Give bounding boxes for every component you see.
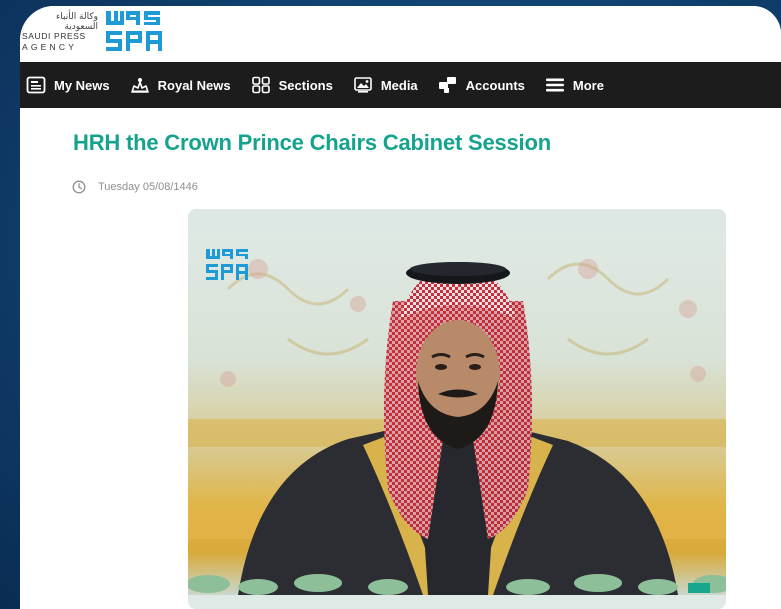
browser-card: وكالة الأنباء السعودية SAUDI PRESS AGENC… bbox=[20, 6, 781, 609]
grid-icon bbox=[251, 76, 271, 94]
main-navigation: My News Royal News Sections Media Accoun… bbox=[20, 62, 781, 108]
portrait-image bbox=[188, 209, 726, 609]
nav-item-royal-news[interactable]: Royal News bbox=[130, 76, 231, 94]
nav-item-accounts[interactable]: Accounts bbox=[438, 76, 525, 94]
nav-item-media[interactable]: Media bbox=[353, 76, 418, 94]
article-photo[interactable] bbox=[188, 209, 726, 609]
spa-logo-icon[interactable] bbox=[104, 9, 166, 55]
spa-watermark-icon bbox=[206, 249, 248, 280]
article-date: Tuesday 05/08/1446 bbox=[98, 181, 198, 193]
news-icon bbox=[26, 76, 46, 94]
article-date-row: Tuesday 05/08/1446 bbox=[72, 180, 198, 194]
article-headline[interactable]: HRH the Crown Prince Chairs Cabinet Sess… bbox=[73, 130, 551, 156]
menu-icon bbox=[545, 76, 565, 94]
nav-label-royal-news: Royal News bbox=[157, 77, 231, 93]
agency-name-line2: AGENCY bbox=[22, 42, 78, 52]
nav-label-my-news: My News bbox=[54, 77, 110, 93]
nav-label-media: Media bbox=[380, 77, 418, 93]
agency-name-line1: SAUDI PRESS bbox=[22, 31, 86, 41]
royal-icon bbox=[130, 76, 150, 94]
site-header: وكالة الأنباء السعودية SAUDI PRESS AGENC… bbox=[20, 6, 781, 60]
agency-wordmark[interactable]: وكالة الأنباء السعودية SAUDI PRESS AGENC… bbox=[22, 12, 100, 56]
nav-item-my-news[interactable]: My News bbox=[26, 76, 110, 94]
nav-label-sections: Sections bbox=[278, 77, 333, 93]
clock-icon bbox=[72, 180, 86, 194]
nav-item-more[interactable]: More bbox=[545, 76, 604, 94]
image-icon bbox=[353, 76, 373, 94]
nav-label-accounts: Accounts bbox=[465, 77, 525, 93]
nav-item-sections[interactable]: Sections bbox=[251, 76, 333, 94]
accounts-icon bbox=[438, 76, 458, 94]
agency-arabic-name: وكالة الأنباء السعودية bbox=[56, 12, 98, 32]
nav-label-more: More bbox=[572, 77, 604, 93]
